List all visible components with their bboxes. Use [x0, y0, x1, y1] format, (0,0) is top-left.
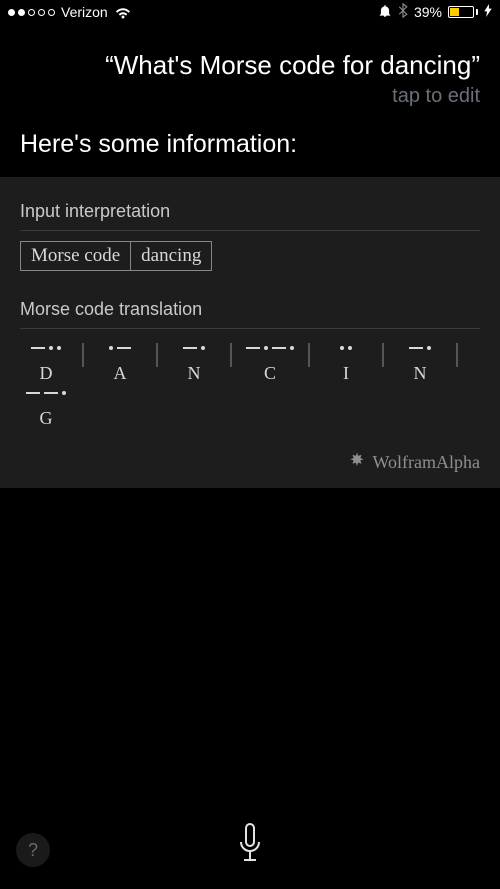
morse-separator	[456, 343, 458, 367]
alarm-icon	[378, 4, 392, 21]
morse-char: N	[168, 339, 220, 384]
charging-icon	[484, 4, 492, 20]
help-button[interactable]: ?	[16, 833, 50, 867]
battery-percent: 39%	[414, 4, 442, 20]
open-quote: “	[105, 50, 114, 80]
wolfram-result-card[interactable]: Input interpretation Morse codedancing M…	[0, 177, 500, 488]
tap-to-edit-button[interactable]: tap to edit	[20, 85, 480, 108]
section-divider	[20, 328, 480, 329]
bluetooth-icon	[398, 3, 408, 21]
wolfram-brand: WolframAlpha	[20, 451, 480, 474]
morse-char: A	[94, 339, 146, 384]
input-interpretation-table: Morse codedancing	[20, 241, 212, 271]
morse-char: D	[20, 339, 72, 384]
wolfram-logo-icon	[348, 451, 366, 474]
battery-icon	[448, 6, 478, 18]
morse-translation: DANCING	[20, 339, 480, 429]
input-cell: dancing	[131, 242, 212, 271]
morse-char: N	[394, 339, 446, 384]
carrier-label: Verizon	[61, 4, 108, 20]
morse-char: G	[20, 384, 72, 429]
status-bar: Verizon 39%	[0, 0, 500, 24]
wolfram-brand-text: WolframAlpha	[372, 452, 480, 473]
morse-char: C	[242, 339, 298, 384]
status-left: Verizon	[8, 4, 132, 20]
translation-label: Morse code translation	[20, 299, 480, 320]
microphone-icon	[236, 822, 264, 866]
morse-separator	[156, 343, 158, 367]
help-icon-label: ?	[28, 840, 38, 861]
morse-separator	[82, 343, 84, 367]
siri-query-text[interactable]: “What's Morse code for dancing”	[20, 50, 480, 81]
close-quote: ”	[471, 50, 480, 80]
input-cell: Morse code	[21, 242, 131, 271]
morse-separator	[308, 343, 310, 367]
siri-query-block: “What's Morse code for dancing” tap to e…	[0, 24, 500, 108]
input-interpretation-label: Input interpretation	[20, 201, 480, 222]
signal-strength-icon	[8, 9, 55, 16]
siri-bottom-bar: ?	[0, 799, 500, 889]
section-divider	[20, 230, 480, 231]
microphone-button[interactable]	[230, 818, 270, 870]
morse-char: I	[320, 339, 372, 384]
wifi-icon	[114, 6, 132, 19]
morse-separator	[382, 343, 384, 367]
status-right: 39%	[378, 3, 492, 21]
morse-separator	[230, 343, 232, 367]
siri-response-heading: Here's some information:	[0, 108, 500, 177]
query-content: What's Morse code for dancing	[114, 50, 472, 80]
